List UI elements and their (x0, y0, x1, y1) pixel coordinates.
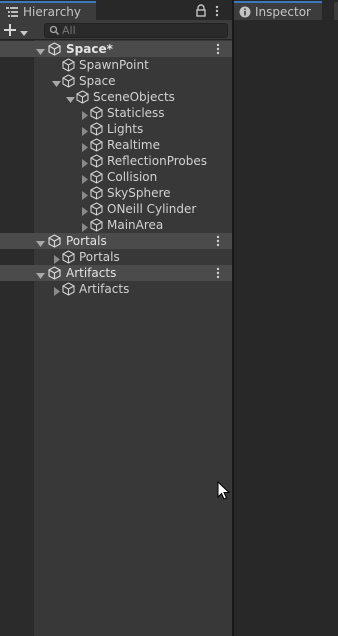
gameobject-cube-icon (90, 138, 103, 152)
hierarchy-item[interactable]: Staticless (0, 105, 232, 121)
search-field[interactable] (44, 23, 228, 38)
scene-row[interactable]: Space* (0, 41, 232, 57)
hierarchy-item[interactable]: MainArea (0, 217, 232, 233)
chevron-right-icon[interactable] (80, 109, 89, 120)
hierarchy-item[interactable]: Artifacts (0, 281, 232, 297)
gameobject-cube-icon (90, 186, 103, 200)
hierarchy-item[interactable]: SceneObjects (0, 89, 232, 105)
item-label: ONeill Cylinder (107, 202, 197, 216)
item-label: Space* (66, 42, 113, 56)
unity-scene-icon (48, 42, 61, 56)
gameobject-cube-icon (62, 58, 75, 72)
gameobject-cube-icon (90, 122, 103, 136)
item-label: Realtime (107, 138, 160, 152)
item-label: Space (79, 74, 116, 88)
item-label: MainArea (107, 218, 164, 232)
chevron-right-icon[interactable] (80, 157, 89, 168)
scene-row[interactable]: Artifacts (0, 265, 232, 281)
item-label: SpawnPoint (79, 58, 149, 72)
hierarchy-item[interactable]: Portals (0, 249, 232, 265)
chevron-right-icon[interactable] (52, 285, 61, 296)
tab-hierarchy[interactable]: Hierarchy (0, 1, 96, 20)
item-label: Collision (107, 170, 158, 184)
chevron-down-icon[interactable] (36, 269, 45, 279)
tab-hierarchy-label: Hierarchy (23, 4, 82, 19)
gameobject-cube-icon (90, 170, 103, 184)
hierarchy-panel: Hierarchy All Space* SpawnPoint Space Sc… (0, 0, 232, 636)
tab-inspector-label: Inspector (255, 4, 311, 19)
gameobject-cube-icon (62, 250, 75, 264)
item-label: Staticless (107, 106, 165, 120)
info-icon (239, 6, 251, 18)
hierarchy-item[interactable]: Lights (0, 121, 232, 137)
chevron-right-icon[interactable] (80, 173, 89, 184)
item-label: Artifacts (66, 266, 117, 280)
inspector-panel: Inspector (234, 0, 338, 636)
hierarchy-tree: Space* SpawnPoint Space SceneObjects Staticl… (0, 41, 232, 297)
chevron-down-icon[interactable] (36, 237, 45, 247)
chevron-right-icon[interactable] (80, 141, 89, 152)
item-label: ReflectionProbes (107, 154, 207, 168)
item-label: Lights (107, 122, 144, 136)
chevron-down-icon[interactable] (52, 77, 61, 87)
search-input[interactable] (60, 24, 212, 37)
dropdown-arrow-icon (20, 26, 28, 36)
hierarchy-item[interactable]: SkySphere (0, 185, 232, 201)
gameobject-cube-icon (90, 202, 103, 216)
item-label: Portals (66, 234, 107, 248)
hierarchy-tab-bar: Hierarchy (0, 0, 232, 20)
mouse-cursor-icon (217, 480, 231, 501)
gameobject-cube-icon (62, 74, 75, 88)
item-label: SceneObjects (93, 90, 175, 104)
plus-icon (4, 24, 16, 36)
tab-inspector[interactable]: Inspector (234, 1, 322, 20)
panel-menu-kebab-icon[interactable] (214, 4, 220, 18)
chevron-right-icon[interactable] (80, 189, 89, 200)
gameobject-cube-icon (62, 282, 75, 296)
scene-row[interactable]: Portals (0, 233, 232, 249)
hierarchy-item[interactable]: ReflectionProbes (0, 153, 232, 169)
scene-menu-kebab-icon[interactable] (215, 234, 221, 248)
chevron-down-icon[interactable] (36, 45, 45, 55)
inspector-tab-bar: Inspector (234, 0, 338, 20)
chevron-right-icon[interactable] (80, 221, 89, 232)
gameobject-cube-icon (76, 90, 89, 104)
scene-menu-kebab-icon[interactable] (215, 266, 221, 280)
chevron-right-icon[interactable] (80, 125, 89, 136)
unity-scene-icon (48, 234, 61, 248)
gameobject-cube-icon (90, 154, 103, 168)
item-label: SkySphere (107, 186, 171, 200)
gameobject-cube-icon (90, 106, 103, 120)
lock-icon[interactable] (195, 4, 207, 18)
hierarchy-item[interactable]: Realtime (0, 137, 232, 153)
hierarchy-item[interactable]: ONeill Cylinder (0, 201, 232, 217)
gameobject-cube-icon (90, 218, 103, 232)
chevron-right-icon[interactable] (80, 205, 89, 216)
hierarchy-list-icon (5, 6, 19, 18)
add-object-button[interactable] (4, 22, 34, 38)
item-label: Artifacts (79, 282, 130, 296)
chevron-right-icon[interactable] (52, 253, 61, 264)
hierarchy-toolbar (0, 20, 232, 40)
tab-next-partial[interactable] (334, 2, 338, 20)
chevron-down-icon[interactable] (66, 93, 75, 103)
hierarchy-item[interactable]: Space (0, 73, 232, 89)
search-icon (49, 25, 60, 36)
hierarchy-item[interactable]: SpawnPoint (0, 57, 232, 73)
unity-scene-icon (48, 266, 61, 280)
item-label: Portals (79, 250, 120, 264)
scene-menu-kebab-icon[interactable] (215, 42, 221, 56)
hierarchy-item[interactable]: Collision (0, 169, 232, 185)
